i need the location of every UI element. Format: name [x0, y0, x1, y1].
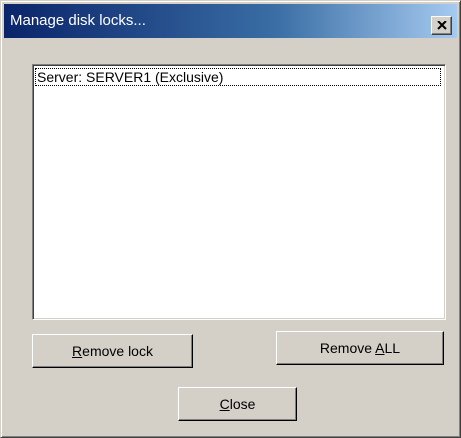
- locks-listbox[interactable]: Server: SERVER1 (Exclusive): [32, 64, 446, 320]
- remove-lock-label: emove lock: [82, 343, 153, 359]
- remove-all-mnemonic: A: [375, 340, 385, 356]
- remove-all-button[interactable]: Remove ALL: [276, 331, 444, 365]
- close-label: lose: [229, 396, 256, 412]
- close-icon: [437, 21, 447, 30]
- remove-all-prefix: Remove: [319, 340, 376, 356]
- remove-lock-mnemonic: R: [72, 343, 83, 359]
- title-bar[interactable]: Manage disk locks...: [4, 4, 457, 38]
- remove-all-label: LL: [384, 340, 401, 356]
- close-window-button[interactable]: [431, 16, 452, 35]
- manage-disk-locks-dialog: Manage disk locks... Server: SERVER1 (Ex…: [0, 0, 461, 438]
- window-title: Manage disk locks...: [10, 12, 146, 29]
- list-item[interactable]: Server: SERVER1 (Exclusive): [35, 68, 441, 86]
- close-button[interactable]: Close: [178, 387, 297, 421]
- list-item-label: Server: SERVER1 (Exclusive): [37, 69, 224, 85]
- close-mnemonic: C: [219, 396, 230, 412]
- remove-lock-button[interactable]: Remove lock: [32, 334, 193, 368]
